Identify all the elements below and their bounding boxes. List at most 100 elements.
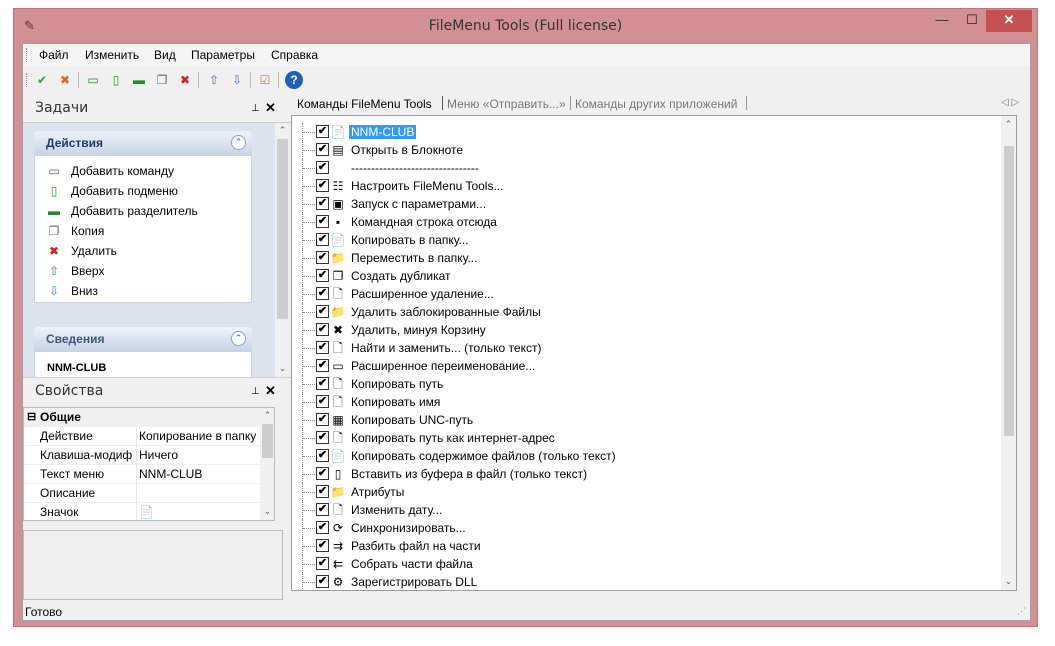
tree-item[interactable]: ✔ ▣ Запуск с параметрами... <box>292 195 1002 213</box>
tree-item[interactable]: ✔ ▪ Командная строка отсюда <box>292 213 1002 231</box>
scroll-up-icon[interactable]: ⌃ <box>275 123 290 138</box>
tree-item[interactable]: ✔ 📄 Копировать содержимое файлов (только т… <box>292 447 1002 465</box>
task-item[interactable]: ▬ Добавить разделитель <box>47 204 198 222</box>
info-group-header[interactable]: Сведения ⌃ <box>34 327 252 351</box>
resize-grip-icon[interactable]: ⋰ <box>1017 606 1026 617</box>
tree-item-checkbox[interactable]: ✔ <box>316 395 329 408</box>
tree-item-checkbox[interactable]: ✔ <box>316 413 329 426</box>
task-item[interactable]: ▯ Добавить подменю <box>47 184 178 202</box>
tab-scroll-arrows[interactable]: ◁ ▷ <box>1001 97 1019 108</box>
tree-item[interactable]: ✔ -------------------------------- <box>292 159 1002 177</box>
scroll-down-icon[interactable]: ⌄ <box>1001 574 1016 589</box>
collapse-icon[interactable]: ⊟ <box>27 410 36 423</box>
tree-item-checkbox[interactable]: ✔ <box>316 467 329 480</box>
props-pane-close-button[interactable]: ✕ <box>265 383 276 399</box>
property-value[interactable]: Копирование в папку <box>136 427 256 446</box>
menu-file[interactable]: Файл <box>39 48 69 62</box>
check-button[interactable]: ☑ <box>256 71 274 89</box>
tasks-pane-close-button[interactable]: ✕ <box>265 100 276 116</box>
tree-item-checkbox[interactable]: ✔ <box>316 449 329 462</box>
menu-edit[interactable]: Изменить <box>85 48 139 62</box>
tree-item[interactable]: ✔ ▤ Открыть в Блокноте <box>292 141 1002 159</box>
tab-filemenu-commands[interactable]: Команды FileMenu Tools <box>297 97 432 111</box>
tree-item[interactable]: ✔ 📁 Удалить заблокированные Файлы <box>292 303 1002 321</box>
toolbar-grip[interactable] <box>26 73 29 87</box>
tasks-scrollbar[interactable]: ⌃ ⌄ <box>275 123 290 377</box>
property-value[interactable]: 📄 <box>136 503 154 520</box>
task-item[interactable]: ⇩ Вниз <box>47 284 98 302</box>
tree-item[interactable]: ✔ 📄 NNM-CLUB <box>292 123 1002 141</box>
delete-button[interactable]: ✖ <box>176 71 194 89</box>
property-category[interactable]: ⊟ Общие <box>24 408 274 427</box>
tab-other-apps[interactable]: Команды других приложений <box>575 97 737 111</box>
tree-item-checkbox[interactable]: ✔ <box>316 575 329 588</box>
tree-item[interactable]: ✔ ⟳ Синхронизировать... <box>292 519 1002 537</box>
task-item[interactable]: ✖ Удалить <box>47 244 117 262</box>
minimize-button[interactable]: — <box>929 10 955 32</box>
close-button[interactable]: ✕ <box>986 10 1032 32</box>
maximize-button[interactable]: ☐ <box>959 10 985 32</box>
add-separator-button[interactable]: ▬ <box>130 71 148 89</box>
scroll-thumb[interactable] <box>277 139 288 319</box>
tree-item[interactable]: ✔ ▯ Вставить из буфера в файл (только текс… <box>292 465 1002 483</box>
menu-view[interactable]: Вид <box>154 48 176 62</box>
tree-item-checkbox[interactable]: ✔ <box>316 485 329 498</box>
task-item[interactable]: ⇧ Вверх <box>47 264 105 282</box>
tree-item[interactable]: ✔ 📁 Переместить в папку... <box>292 249 1002 267</box>
collapse-icon[interactable]: ⌃ <box>231 135 246 150</box>
tree-item-checkbox[interactable]: ✔ <box>316 143 329 156</box>
scroll-up-icon[interactable]: ⌃ <box>260 408 274 423</box>
property-row[interactable]: Действие Копирование в папку <box>24 427 260 446</box>
tree-item-checkbox[interactable]: ✔ <box>316 197 329 210</box>
tree-item[interactable]: ✔ 📄 Копировать в папку... <box>292 231 1002 249</box>
scroll-up-icon[interactable]: ⌃ <box>1001 117 1016 132</box>
cancel-button[interactable]: ✖ <box>56 71 74 89</box>
apply-button[interactable]: ✔ <box>33 71 51 89</box>
tree-item-checkbox[interactable]: ✔ <box>316 359 329 372</box>
tree-scrollbar[interactable]: ⌃ ⌄ <box>1001 116 1016 590</box>
move-up-button[interactable]: ⇧ <box>205 71 223 89</box>
tree-item[interactable]: ✔ ✖ Удалить, минуя Корзину <box>292 321 1002 339</box>
property-row[interactable]: Описание <box>24 484 260 503</box>
tree-item-checkbox[interactable]: ✔ <box>316 431 329 444</box>
tree-item[interactable]: ✔ 🗋 Найти и заменить... (только текст) <box>292 339 1002 357</box>
tree-item-checkbox[interactable]: ✔ <box>316 539 329 552</box>
property-value[interactable] <box>136 484 139 503</box>
tree-item[interactable]: ✔ ❐ Создать дубликат <box>292 267 1002 285</box>
tree-item[interactable]: ✔ ▭ Расширенное переименование... <box>292 357 1002 375</box>
tree-item-checkbox[interactable]: ✔ <box>316 323 329 336</box>
property-row[interactable]: Значок 📄 <box>24 503 260 520</box>
property-row[interactable]: Текст меню NNM-CLUB <box>24 465 260 484</box>
tree-item[interactable]: ✔ 🗋 Копировать путь как интернет-адрес <box>292 429 1002 447</box>
tree-item[interactable]: ✔ ⚙ Зарегистрировать DLL <box>292 573 1002 590</box>
add-command-button[interactable]: ▭ <box>84 71 102 89</box>
tree-item[interactable]: ✔ 🗋 Копировать путь <box>292 375 1002 393</box>
tree-item[interactable]: ✔ ▦ Копировать UNC-путь <box>292 411 1002 429</box>
tree-item-checkbox[interactable]: ✔ <box>316 305 329 318</box>
tree-item-checkbox[interactable]: ✔ <box>316 341 329 354</box>
tree-item-checkbox[interactable]: ✔ <box>316 179 329 192</box>
menu-help[interactable]: Справка <box>271 48 318 62</box>
tree-item-checkbox[interactable]: ✔ <box>316 287 329 300</box>
property-value[interactable]: NNM-CLUB <box>136 465 202 484</box>
copy-button[interactable]: ❐ <box>153 71 171 89</box>
tree-item[interactable]: ✔ 🗋 Расширенное удаление... <box>292 285 1002 303</box>
tree-item[interactable]: ✔ ☷ Настроить FileMenu Tools... <box>292 177 1002 195</box>
scroll-down-icon[interactable]: ⌄ <box>275 361 290 376</box>
task-item[interactable]: ❐ Копия <box>47 224 105 242</box>
tree-item-checkbox[interactable]: ✔ <box>316 521 329 534</box>
tree-item-checkbox[interactable]: ✔ <box>316 161 329 174</box>
tree-item-checkbox[interactable]: ✔ <box>316 215 329 228</box>
tree-item-checkbox[interactable]: ✔ <box>316 557 329 570</box>
property-value[interactable]: Ничего <box>136 446 178 465</box>
property-row[interactable]: Клавиша-модиф Ничего <box>24 446 260 465</box>
tab-send-to-menu[interactable]: Меню «Отправить...» <box>447 97 566 111</box>
add-submenu-button[interactable]: ▯ <box>107 71 125 89</box>
tree-item-checkbox[interactable]: ✔ <box>316 251 329 264</box>
menubar-grip[interactable] <box>26 48 29 62</box>
tree-item-checkbox[interactable]: ✔ <box>316 125 329 138</box>
pin-icon[interactable]: ⊥ <box>251 386 260 397</box>
tree-item-checkbox[interactable]: ✔ <box>316 377 329 390</box>
task-item[interactable]: ▭ Добавить команду <box>47 164 174 182</box>
scroll-down-icon[interactable]: ⌄ <box>260 504 274 519</box>
